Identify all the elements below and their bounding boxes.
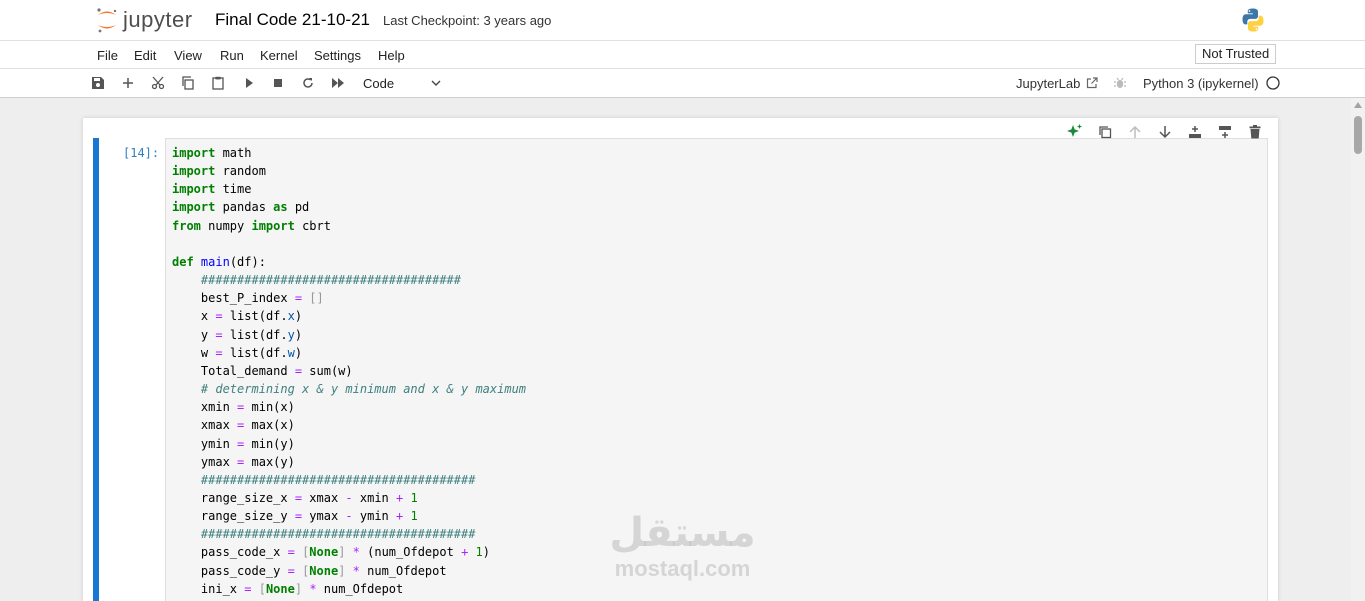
notebook-toolbar: Code JupyterLab Python 3 (ipykernel) xyxy=(0,69,1365,98)
insert-below-icon[interactable] xyxy=(1210,124,1240,140)
watermark-latin: mostaql.com xyxy=(614,556,751,581)
copy-icon[interactable] xyxy=(180,75,196,91)
cell-type-select[interactable]: Code xyxy=(356,72,444,94)
menu-file[interactable]: File xyxy=(97,48,118,63)
cell-action-toolbar xyxy=(1060,124,1270,140)
external-link-icon xyxy=(1086,77,1098,89)
cut-icon[interactable] xyxy=(150,75,166,91)
move-up-icon[interactable] xyxy=(1120,124,1150,140)
watermark-arabic: مستقل xyxy=(609,510,756,556)
checkpoint-status: Last Checkpoint: 3 years ago xyxy=(383,13,552,28)
move-down-icon[interactable] xyxy=(1150,124,1180,140)
save-icon[interactable] xyxy=(90,75,106,91)
insert-above-icon[interactable] xyxy=(1180,124,1210,140)
fast-forward-icon[interactable] xyxy=(330,75,346,91)
menu-view[interactable]: View xyxy=(174,48,202,63)
menu-settings[interactable]: Settings xyxy=(314,48,361,63)
vertical-scrollbar[interactable] xyxy=(1351,98,1365,601)
code-content: import math import random import time im… xyxy=(172,146,527,596)
trust-status-button[interactable]: Not Trusted xyxy=(1195,44,1277,64)
scroll-up-arrow-icon[interactable] xyxy=(1354,102,1362,108)
kernel-name[interactable]: Python 3 (ipykernel) xyxy=(1143,76,1259,91)
restart-icon[interactable] xyxy=(300,75,316,91)
sparkle-icon[interactable] xyxy=(1060,124,1090,140)
menu-help[interactable]: Help xyxy=(378,48,405,63)
chevron-down-icon xyxy=(430,77,442,92)
menu-kernel[interactable]: Kernel xyxy=(260,48,298,63)
menu-bar: File Edit View Run Kernel Settings Help … xyxy=(0,41,1365,69)
menu-run[interactable]: Run xyxy=(220,48,244,63)
kernel-status-circle-icon xyxy=(1265,75,1281,91)
debugger-bug-icon[interactable] xyxy=(1112,75,1128,91)
notebook-title[interactable]: Final Code 21-10-21 xyxy=(215,10,370,30)
active-cell-indicator[interactable] xyxy=(93,138,99,601)
notebook-header: jupyter Final Code 21-10-21 Last Checkpo… xyxy=(0,0,1365,41)
run-icon[interactable] xyxy=(241,75,257,91)
delete-icon[interactable] xyxy=(1240,124,1270,140)
add-icon[interactable] xyxy=(120,75,136,91)
jupyter-logo-icon xyxy=(97,8,117,33)
jupyter-logo-text: jupyter xyxy=(123,7,193,32)
paste-icon[interactable] xyxy=(210,75,226,91)
cell-type-value: Code xyxy=(363,75,395,91)
menu-edit[interactable]: Edit xyxy=(134,48,156,63)
stop-icon[interactable] xyxy=(270,75,286,91)
jupyterlab-link[interactable]: JupyterLab xyxy=(1016,76,1098,91)
execution-count-prompt: [14]: xyxy=(123,146,160,160)
scrollbar-thumb[interactable] xyxy=(1354,116,1362,154)
jupyter-logo[interactable]: jupyter xyxy=(95,5,193,35)
duplicate-icon[interactable] xyxy=(1090,124,1120,140)
watermark: مستقل mostaql.com xyxy=(600,510,765,588)
python-logo-icon xyxy=(1240,7,1266,38)
jupyterlab-label: JupyterLab xyxy=(1016,76,1081,91)
